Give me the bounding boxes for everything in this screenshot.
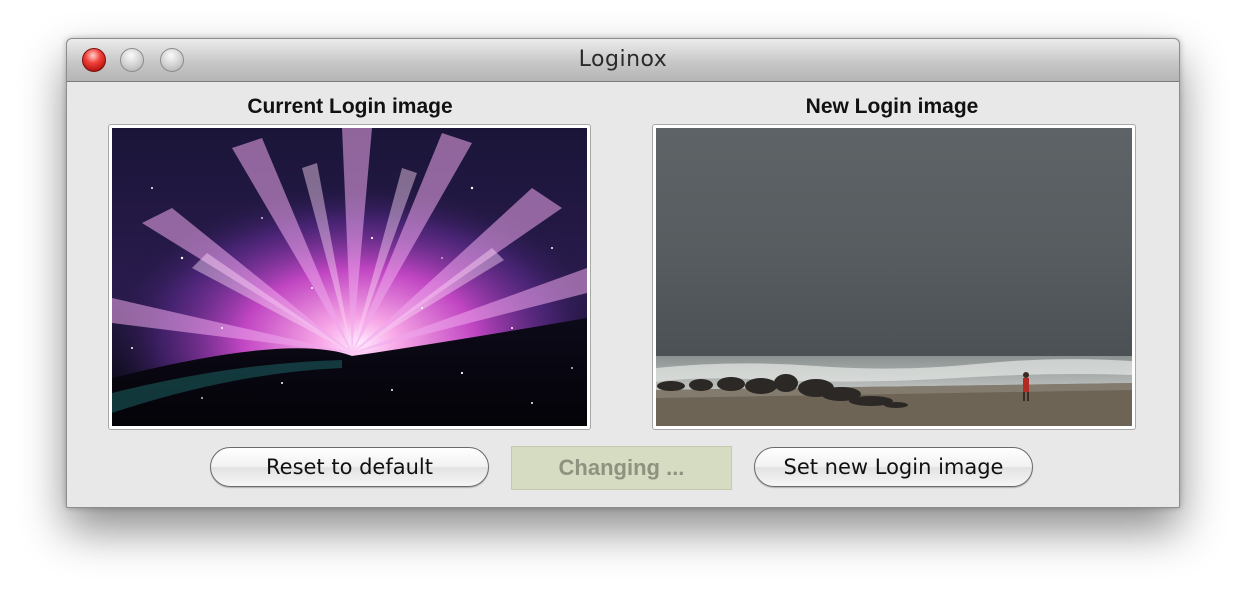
window-title: Loginox: [578, 47, 668, 72]
reset-to-default-button[interactable]: Reset to default: [210, 447, 489, 487]
new-login-image-well[interactable]: [652, 124, 1136, 430]
title-bar[interactable]: Loginox: [67, 39, 1179, 82]
new-login-image-label: New Login image: [805, 95, 979, 118]
aurora-wallpaper-image: [112, 128, 587, 426]
stormy-beach-photo: [656, 128, 1132, 426]
current-login-image-well: [108, 124, 591, 430]
set-new-login-image-button[interactable]: Set new Login image: [754, 447, 1033, 487]
status-indicator: Changing ...: [511, 446, 732, 490]
current-login-image-label: Current Login image: [247, 95, 453, 118]
